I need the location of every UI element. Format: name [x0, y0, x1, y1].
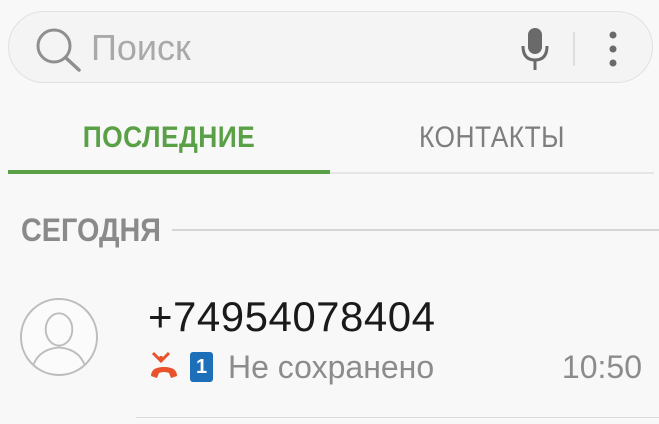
search-bar[interactable]: Поиск	[8, 11, 653, 83]
caller-number: +74954078404	[148, 293, 436, 340]
call-status: Не сохранено	[228, 349, 435, 385]
tab-recent[interactable]: ПОСЛЕДНИЕ	[27, 112, 310, 164]
row-divider	[136, 417, 659, 418]
sim-badge: 1	[190, 352, 213, 382]
more-vert-icon[interactable]	[605, 28, 621, 70]
section-divider	[172, 229, 659, 231]
call-time: 10:50	[561, 349, 642, 385]
section-header-today: СЕГОДНЯ	[21, 212, 161, 248]
search-placeholder[interactable]: Поиск	[91, 26, 191, 70]
call-log-item[interactable]: +74954078404 1 Не сохранено 10:50	[0, 278, 659, 418]
tab-indicator	[8, 170, 330, 174]
mic-icon[interactable]	[520, 26, 550, 72]
search-divider	[573, 32, 575, 66]
tab-contacts[interactable]: КОНТАКТЫ	[349, 112, 634, 164]
person-avatar-icon[interactable]	[20, 298, 98, 376]
search-icon	[36, 28, 81, 72]
missed-call-icon	[151, 351, 177, 378]
